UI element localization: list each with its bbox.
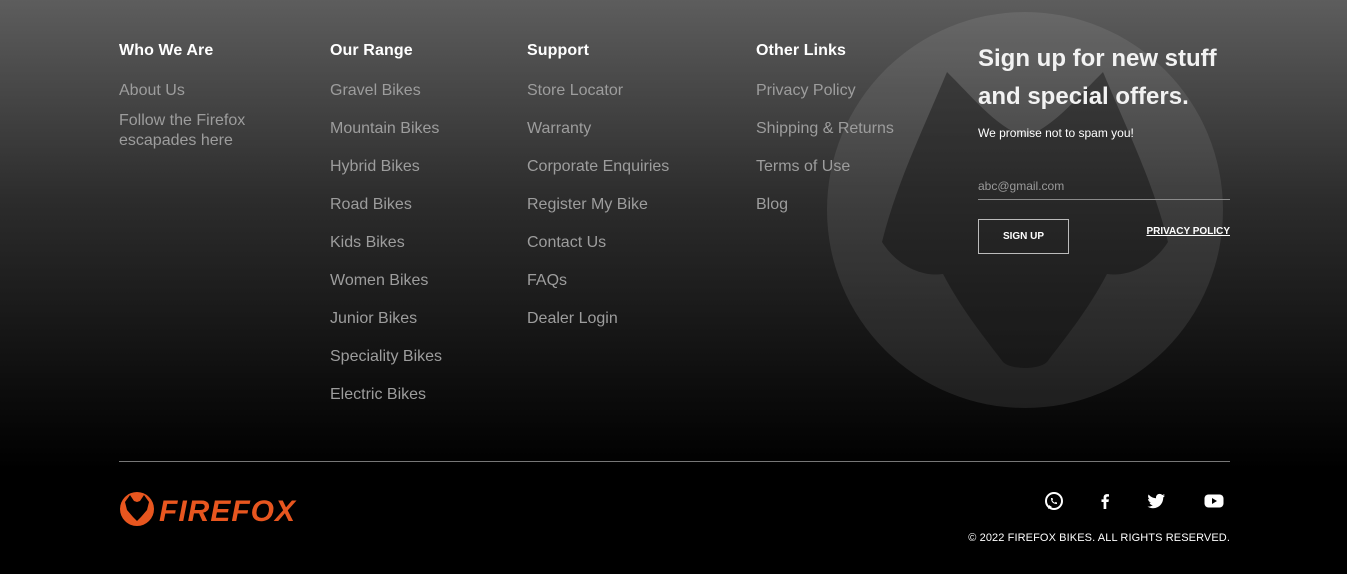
footer-divider (119, 461, 1230, 462)
privacy-policy-link[interactable]: PRIVACY POLICY (1146, 226, 1230, 237)
email-input[interactable] (978, 172, 1230, 200)
column-heading: Who We Are (119, 42, 214, 59)
footer-link-terms-of-use[interactable]: Terms of Use (756, 157, 894, 177)
footer-link-faqs[interactable]: FAQs (527, 271, 669, 291)
footer-link-mountain-bikes[interactable]: Mountain Bikes (330, 119, 442, 139)
footer-column-support: Support Store Locator Warranty Corporate… (527, 41, 669, 347)
footer-column-other-links: Other Links Privacy Policy Shipping & Re… (756, 41, 894, 233)
whatsapp-icon[interactable] (1043, 490, 1065, 512)
footer-link-speciality-bikes[interactable]: Speciality Bikes (330, 347, 442, 367)
footer-link-electric-bikes[interactable]: Electric Bikes (330, 385, 442, 405)
link-list: Privacy Policy Shipping & Returns Terms … (756, 81, 894, 215)
footer-link-firefox-escapades[interactable]: Follow the Firefox escapades here (119, 111, 269, 151)
signup-subtitle: We promise not to spam you! (978, 126, 1134, 140)
logo-text: FIREFOX (159, 495, 297, 528)
footer-link-shipping-returns[interactable]: Shipping & Returns (756, 119, 894, 139)
footer-link-corporate-enquiries[interactable]: Corporate Enquiries (527, 157, 669, 177)
footer-link-kids-bikes[interactable]: Kids Bikes (330, 233, 442, 253)
column-heading: Other Links (756, 42, 847, 59)
footer-column-our-range: Our Range Gravel Bikes Mountain Bikes Hy… (330, 41, 442, 423)
facebook-icon[interactable] (1094, 490, 1116, 512)
footer-link-junior-bikes[interactable]: Junior Bikes (330, 309, 442, 329)
footer-link-hybrid-bikes[interactable]: Hybrid Bikes (330, 157, 442, 177)
copyright-text: © 2022 FIREFOX BIKES. ALL RIGHTS RESERVE… (968, 532, 1230, 544)
youtube-icon[interactable] (1203, 490, 1225, 512)
column-heading: Support (527, 42, 590, 59)
twitter-icon[interactable] (1145, 490, 1167, 512)
footer-link-store-locator[interactable]: Store Locator (527, 81, 669, 101)
newsletter-signup: Sign up for new stuff and special offers… (978, 40, 1230, 140)
signup-title: Sign up for new stuff and special offers… (978, 45, 1217, 110)
footer-link-road-bikes[interactable]: Road Bikes (330, 195, 442, 215)
footer-link-register-my-bike[interactable]: Register My Bike (527, 195, 669, 215)
link-list: About Us Follow the Firefox escapades he… (119, 81, 269, 151)
column-heading: Our Range (330, 42, 413, 59)
sign-up-button[interactable]: SIGN UP (978, 219, 1069, 254)
link-list: Gravel Bikes Mountain Bikes Hybrid Bikes… (330, 81, 442, 405)
footer-link-privacy-policy[interactable]: Privacy Policy (756, 81, 894, 101)
footer-link-gravel-bikes[interactable]: Gravel Bikes (330, 81, 442, 101)
footer-column-who-we-are: Who We Are About Us Follow the Firefox e… (119, 41, 269, 169)
footer-link-about-us[interactable]: About Us (119, 81, 269, 101)
footer-link-contact-us[interactable]: Contact Us (527, 233, 669, 253)
footer-link-dealer-login[interactable]: Dealer Login (527, 309, 669, 329)
firefox-logo[interactable]: FIREFOX (119, 490, 331, 528)
footer-link-women-bikes[interactable]: Women Bikes (330, 271, 442, 291)
footer-link-blog[interactable]: Blog (756, 195, 894, 215)
link-list: Store Locator Warranty Corporate Enquiri… (527, 81, 669, 329)
footer-link-warranty[interactable]: Warranty (527, 119, 669, 139)
